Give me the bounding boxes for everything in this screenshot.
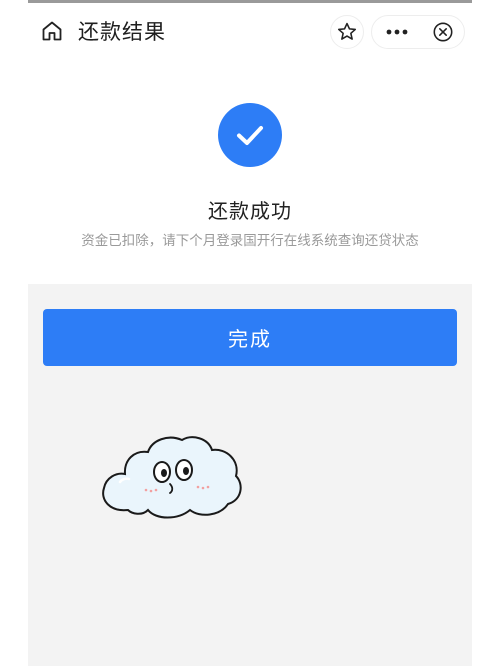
close-circle-icon: [433, 22, 453, 42]
star-icon: [337, 22, 357, 40]
nav-header: 还款结果: [28, 3, 472, 59]
check-icon: [237, 126, 263, 145]
close-button[interactable]: [422, 16, 464, 48]
page-frame: 还款结果 还款成功 资金已扣除，请下个月登录国开行在线系统查询还贷状态 完成: [0, 0, 500, 666]
more-button[interactable]: [372, 16, 422, 48]
done-button[interactable]: 完成: [43, 309, 457, 366]
more-dots-icon: [386, 29, 408, 35]
cloud-sticker: [98, 432, 246, 522]
action-area: 完成: [28, 284, 472, 666]
success-badge: [218, 103, 282, 167]
favorite-button[interactable]: [330, 15, 364, 49]
app-screen: 还款结果 还款成功 资金已扣除，请下个月登录国开行在线系统查询还贷状态 完成: [28, 3, 472, 666]
result-description: 资金已扣除，请下个月登录国开行在线系统查询还贷状态: [81, 233, 419, 249]
capsule-menu: [371, 15, 465, 49]
home-icon[interactable]: [40, 19, 64, 43]
result-title: 还款成功: [208, 199, 292, 223]
page-title: 还款结果: [78, 20, 166, 44]
